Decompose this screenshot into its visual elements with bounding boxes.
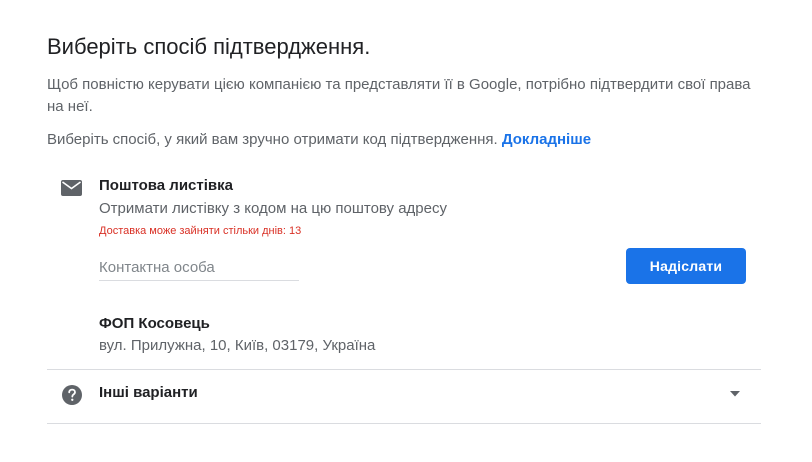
postcard-description: Отримати листівку з кодом на цю поштову … xyxy=(99,200,447,217)
other-options-label: Інші варіанти xyxy=(99,384,198,401)
contact-person-input[interactable] xyxy=(99,254,299,281)
choose-method-label: Виберіть спосіб, у який вам зручно отрим… xyxy=(47,131,498,148)
business-address: вул. Прилужна, 10, Київ, 03179, Україна xyxy=(99,337,376,354)
other-options-row[interactable]: Інші варіанти xyxy=(47,370,761,423)
mail-icon xyxy=(61,180,82,196)
help-icon xyxy=(62,385,82,405)
page-title: Виберіть спосіб підтвердження. xyxy=(47,34,371,59)
divider xyxy=(47,423,761,424)
learn-more-link[interactable]: Докладніше xyxy=(502,131,591,148)
intro-text: Щоб повністю керувати цією компанією та … xyxy=(47,76,751,115)
postcard-title: Поштова листівка xyxy=(99,177,233,194)
caret-down-icon[interactable] xyxy=(730,391,740,397)
delivery-warning: Доставка може зайняти стільки днів: 13 xyxy=(99,225,302,237)
send-button[interactable]: Надіслати xyxy=(626,248,746,284)
business-name: ФОП Косовець xyxy=(99,315,210,332)
choose-method-text: Виберіть спосіб, у який вам зручно отрим… xyxy=(47,129,591,151)
